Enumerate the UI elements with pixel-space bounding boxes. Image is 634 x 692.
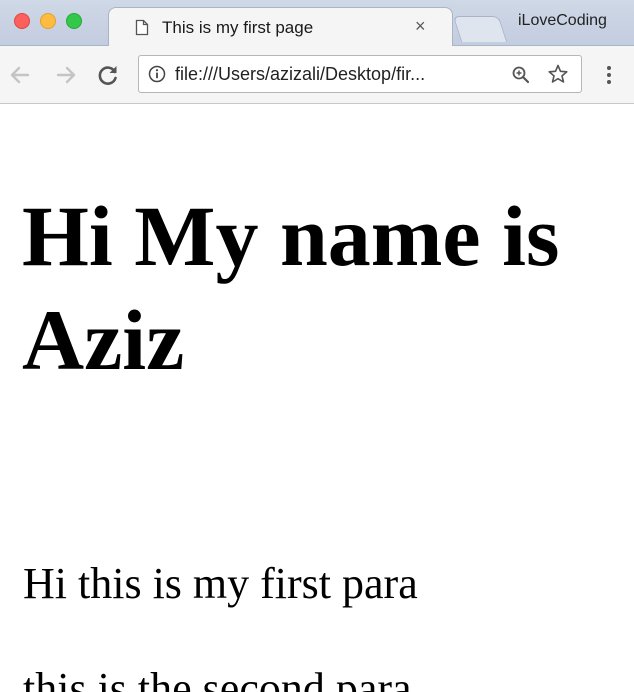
menu-icon[interactable] bbox=[600, 64, 618, 86]
star-icon[interactable] bbox=[547, 63, 569, 85]
window-minimize-button[interactable] bbox=[40, 13, 56, 29]
zoom-icon[interactable] bbox=[511, 65, 530, 84]
tab-close-button[interactable]: × bbox=[415, 16, 426, 36]
browser-toolbar: file:///Users/azizali/Desktop/fir... bbox=[0, 46, 634, 104]
tab-title: This is my first page bbox=[162, 18, 314, 37]
address-text[interactable]: file:///Users/azizali/Desktop/fir... bbox=[175, 64, 425, 85]
page-content: Hi My name is Aziz Hi this is my first p… bbox=[0, 104, 634, 692]
second-paragraph: this is the second para bbox=[23, 664, 412, 692]
forward-icon[interactable] bbox=[53, 62, 79, 88]
window-maximize-button[interactable] bbox=[66, 13, 82, 29]
first-paragraph: Hi this is my first para bbox=[23, 559, 418, 608]
back-icon[interactable] bbox=[7, 62, 33, 88]
window-close-button[interactable] bbox=[14, 13, 30, 29]
reload-icon[interactable] bbox=[95, 62, 121, 88]
tab-active[interactable]: This is my first page × bbox=[108, 7, 453, 47]
address-bar[interactable]: file:///Users/azizali/Desktop/fir... bbox=[138, 55, 582, 93]
new-tab-button[interactable] bbox=[452, 16, 508, 42]
info-icon[interactable] bbox=[148, 65, 166, 83]
page-heading: Hi My name is Aziz bbox=[22, 188, 560, 388]
profile-name[interactable]: iLoveCoding bbox=[518, 12, 607, 30]
page-icon bbox=[135, 19, 149, 36]
browser-title-bar: This is my first page × iLoveCoding bbox=[0, 0, 634, 47]
